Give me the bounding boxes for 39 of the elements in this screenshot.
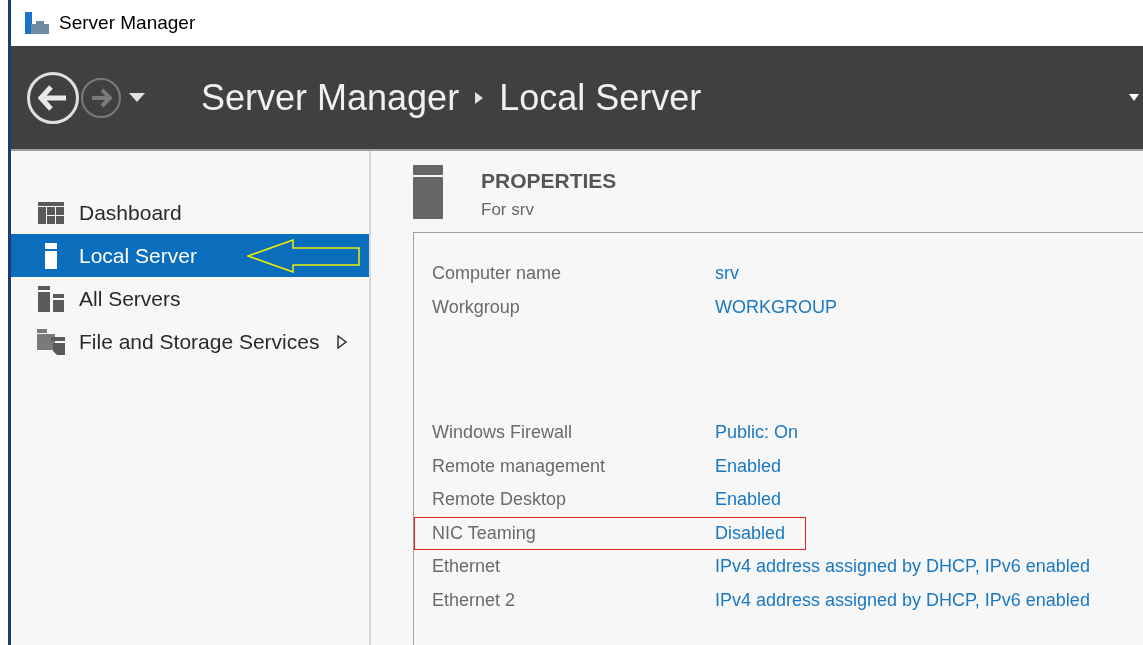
property-label: Windows Firewall: [431, 421, 574, 445]
breadcrumb-item[interactable]: Server Manager: [201, 70, 460, 125]
section-subtitle: For srv: [481, 198, 535, 221]
property-label: Workgroup: [431, 295, 521, 319]
property-value[interactable]: Enabled: [715, 486, 782, 514]
back-button[interactable]: [27, 71, 79, 124]
property-label: Remote Desktop: [431, 488, 568, 512]
property-value[interactable]: srv: [715, 260, 739, 288]
section-title: PROPERTIES: [481, 168, 617, 194]
property-value[interactable]: IPv4 address assigned by DHCP, IPv6 enabled: [715, 553, 1090, 581]
property-value[interactable]: IPv4 address assigned by DHCP, IPv6 enabled: [715, 586, 1090, 614]
server-icon: [413, 165, 443, 219]
dropdown-caret-icon[interactable]: [129, 92, 145, 103]
back-arrow-icon: [38, 84, 68, 111]
forward-button[interactable]: [81, 77, 121, 118]
grid-icon: [38, 201, 64, 224]
breadcrumb-separator-icon: [475, 91, 484, 104]
server-toolbox-icon: [25, 12, 49, 34]
sidebar-item[interactable]: All Servers: [11, 277, 369, 320]
property-label: Remote management: [431, 454, 607, 478]
property-value[interactable]: Disabled: [715, 519, 786, 547]
property-label: Ethernet: [431, 555, 502, 579]
property-label: Computer name: [431, 262, 563, 286]
expand-arrow-icon[interactable]: [337, 334, 348, 349]
sidebar-item[interactable]: Dashboard: [11, 191, 369, 234]
property-label: Ethernet 2: [431, 588, 517, 612]
window-title: Server Manager: [59, 10, 196, 35]
sidebar-item[interactable]: File and Storage Services: [11, 320, 369, 363]
dropdown-caret-icon[interactable]: [1129, 94, 1139, 101]
property-label: NIC Teaming: [431, 521, 537, 545]
property-value[interactable]: WORKGROUP: [715, 293, 837, 321]
servers-icon: [38, 285, 64, 312]
sidebar-item[interactable]: Local Server: [11, 234, 369, 277]
property-value[interactable]: Enabled: [715, 452, 782, 480]
forward-arrow-icon: [90, 87, 112, 108]
folder-icon: [37, 328, 65, 355]
breadcrumb-item: Local Server: [499, 75, 702, 120]
server-icon: [45, 242, 57, 269]
property-value[interactable]: Public: On: [715, 419, 799, 447]
